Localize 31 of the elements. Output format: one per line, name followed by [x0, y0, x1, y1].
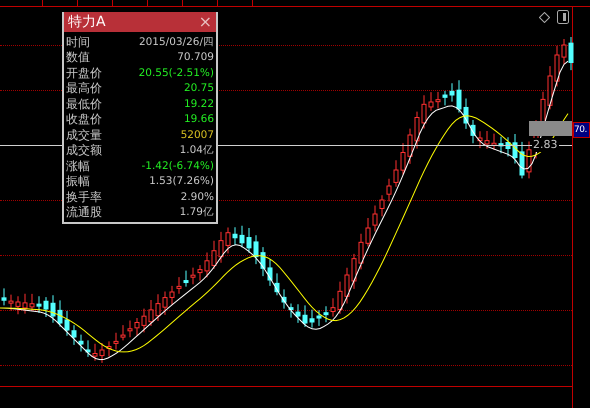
field-value: -1.42(-6.74%): [141, 158, 214, 173]
diamond-icon[interactable]: [539, 12, 550, 23]
field-label: 振幅: [66, 174, 90, 188]
field-label: 时间: [66, 34, 90, 49]
field-label: 涨幅: [66, 158, 90, 173]
field-label: 数值: [66, 50, 90, 64]
field-label: 成交量: [66, 128, 102, 142]
price-tag: 70.: [573, 122, 590, 138]
close-button[interactable]: ×: [198, 14, 212, 30]
price-range-highlight: [529, 121, 572, 136]
field-value: 20.75: [184, 81, 214, 96]
field-value: 19.22: [184, 96, 214, 111]
field-value: 70.709: [177, 50, 214, 64]
field-label: 最低价: [66, 96, 102, 111]
field-label: 流通股: [66, 205, 102, 220]
panel-toggle-icon[interactable]: [557, 10, 569, 24]
field-value: 20.55(-2.51%): [138, 66, 214, 80]
field-label: 最高价: [66, 81, 102, 96]
field-value: 2015/03/26/四: [138, 34, 214, 49]
field-value: 19.66: [184, 112, 214, 126]
field-value: 2.90%: [180, 190, 214, 204]
field-value: 1.79亿: [180, 205, 214, 220]
field-label: 开盘价: [66, 66, 102, 80]
field-value: 52007: [180, 128, 214, 142]
field-label: 换手率: [66, 190, 102, 204]
field-value: 1.53(7.26%): [149, 174, 214, 188]
field-label: 收盘价: [66, 112, 102, 126]
popup-title: 特力A: [68, 12, 106, 32]
crosshair-price-label: 2.83: [532, 138, 558, 152]
field-label: 成交额: [66, 143, 102, 158]
field-value: 1.04亿: [180, 143, 214, 158]
